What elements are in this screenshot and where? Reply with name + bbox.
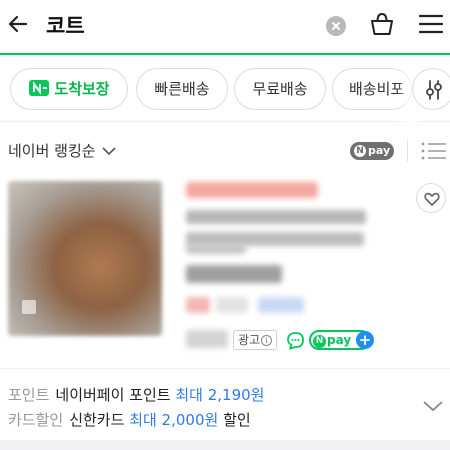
benefit-card-key: 카드할인: [8, 411, 64, 429]
search-query-input[interactable]: 코트: [46, 10, 85, 40]
filter-chip-bar: 도착보장 빠른배송 무료배송 배송비포: [0, 56, 450, 122]
search-results-page: 코트 도착보장 빠른배송 무료배송 배송비포 네이버 랭킹순 N pay 광고 …: [0, 0, 450, 450]
benefit-card-amount: 최대 2,000원: [129, 411, 219, 429]
npay-filter-label: pay: [368, 144, 391, 157]
search-header: 코트: [0, 0, 450, 55]
sort-divider: [407, 140, 408, 162]
benefit-point-amount: 최대 2,190원: [175, 386, 265, 404]
basket-icon[interactable]: [368, 10, 396, 38]
chip-arrival-label: 도착보장: [54, 80, 110, 98]
clear-icon[interactable]: [326, 16, 346, 36]
blurred-tag: [216, 297, 248, 313]
chip-arrival-guarantee[interactable]: 도착보장: [10, 68, 128, 110]
benefit-point-value: 네이버페이 포인트: [55, 386, 171, 404]
benefit-point-row: 포인트 네이버페이 포인트 최대 2,190원: [8, 384, 264, 405]
sort-dropdown[interactable]: 네이버 랭킹순: [8, 140, 96, 161]
list-view-icon[interactable]: [421, 142, 447, 160]
benefit-card-suffix: 할인: [223, 411, 251, 429]
n-arrival-icon: [29, 80, 50, 96]
ad-tag[interactable]: 광고 i: [233, 330, 278, 350]
chevron-down-icon[interactable]: [102, 146, 116, 156]
menu-icon[interactable]: [419, 14, 443, 34]
blurred-price: [186, 265, 282, 283]
section-separator: [0, 440, 450, 450]
blurred-badge: [186, 182, 318, 198]
blurred-title-line: [186, 244, 246, 254]
benefit-point-key: 포인트: [8, 386, 50, 404]
blurred-tag: [186, 297, 210, 313]
chevron-down-icon[interactable]: [422, 399, 444, 413]
filter-settings-button[interactable]: [412, 68, 450, 110]
benefit-card-value: 신한카드: [69, 411, 125, 429]
npay-n-icon: N: [354, 145, 366, 157]
npay-n-icon: N: [313, 335, 326, 348]
talktalk-icon[interactable]: [286, 331, 305, 350]
info-icon: i: [261, 335, 273, 346]
wishlist-button[interactable]: [416, 183, 446, 213]
video-icon: [22, 300, 36, 314]
npay-plus-label: pay: [327, 333, 352, 347]
heart-icon: [424, 192, 440, 206]
blurred-store-name: [186, 330, 228, 348]
ad-label: 광고: [238, 333, 261, 347]
chip-free-shipping[interactable]: 무료배송: [234, 68, 326, 110]
plus-icon: +: [356, 331, 374, 349]
benefit-card-row: 카드할인 신한카드 최대 2,000원 할인: [8, 409, 251, 430]
blurred-title-line: [186, 210, 366, 224]
slider-filter-icon: [426, 80, 442, 100]
chip-fast-delivery[interactable]: 빠른배송: [136, 68, 228, 110]
npay-filter-toggle[interactable]: Npay: [350, 142, 394, 160]
benefit-section[interactable]: 포인트 네이버페이 포인트 최대 2,190원 카드할인 신한카드 최대 2,000…: [0, 368, 450, 440]
back-arrow-icon[interactable]: [6, 12, 30, 36]
blurred-tag: [258, 297, 304, 313]
